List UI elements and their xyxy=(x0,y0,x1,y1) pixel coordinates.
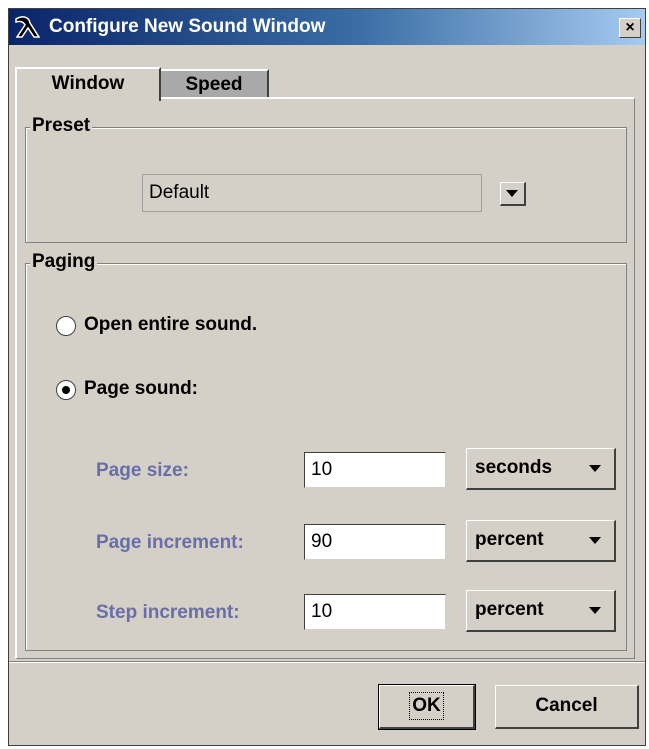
page-increment-unit-select[interactable]: percent xyxy=(466,520,616,562)
cancel-button[interactable]: Cancel xyxy=(495,685,639,729)
page-size-unit-value: seconds xyxy=(475,457,553,478)
step-increment-label: Step increment: xyxy=(96,602,240,623)
preset-group-title: Preset xyxy=(30,115,93,137)
chevron-down-icon xyxy=(506,190,518,197)
radio-button-unchecked[interactable] xyxy=(56,316,76,336)
tab-window[interactable]: Window xyxy=(15,67,161,101)
page-increment-label: Page increment: xyxy=(96,532,244,553)
button-bar: OK Cancel xyxy=(9,661,645,745)
close-button[interactable]: × xyxy=(619,18,641,38)
radio-button-checked[interactable] xyxy=(56,380,76,400)
page-size-label: Page size: xyxy=(96,460,189,481)
tab-speed[interactable]: Speed xyxy=(161,69,269,99)
chevron-down-icon xyxy=(589,465,601,472)
preset-group: Preset Default xyxy=(25,115,627,243)
preset-dropdown-button[interactable] xyxy=(500,182,526,206)
title-bar[interactable]: Configure New Sound Window × xyxy=(9,9,645,45)
tab-panel-window: Preset Default Paging Open entire sound.… xyxy=(15,97,635,659)
ok-button-label: OK xyxy=(409,692,444,720)
page-increment-unit-value: percent xyxy=(475,529,544,550)
close-icon: × xyxy=(625,19,635,36)
radio-label-open-entire: Open entire sound. xyxy=(84,314,258,335)
radio-label-page-sound: Page sound: xyxy=(84,378,199,399)
chevron-down-icon xyxy=(589,537,601,544)
preset-combo-field[interactable]: Default xyxy=(142,174,482,212)
paging-group: Paging Open entire sound. Page sound: Pa… xyxy=(25,251,627,651)
page-size-unit-select[interactable]: seconds xyxy=(466,448,616,490)
page-size-input[interactable]: 10 xyxy=(304,452,446,488)
tab-strip: Window Speed xyxy=(9,45,645,101)
app-logo-icon xyxy=(15,16,41,38)
configure-sound-dialog: Configure New Sound Window × Window Spee… xyxy=(8,8,646,746)
step-increment-unit-value: percent xyxy=(475,599,544,620)
divider-highlight xyxy=(9,662,645,663)
paging-group-title: Paging xyxy=(30,251,98,273)
ok-button[interactable]: OK xyxy=(378,684,476,730)
page-increment-input[interactable]: 90 xyxy=(304,524,446,560)
step-increment-unit-select[interactable]: percent xyxy=(466,590,616,632)
step-increment-input[interactable]: 10 xyxy=(304,594,446,630)
window-title: Configure New Sound Window xyxy=(49,16,326,37)
chevron-down-icon xyxy=(589,607,601,614)
